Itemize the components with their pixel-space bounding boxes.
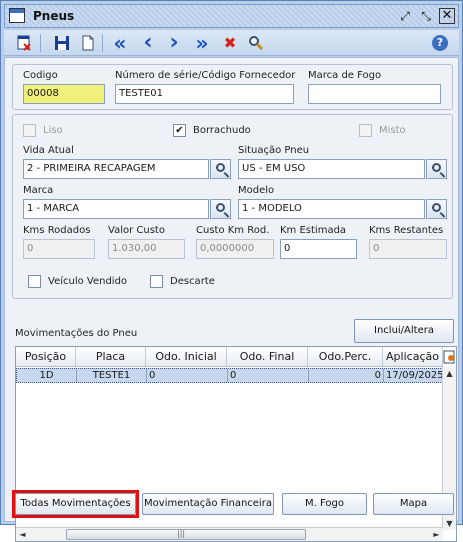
veiculo-vendido-checkbox[interactable] (28, 275, 41, 288)
column-header[interactable]: Odo. Inicial (146, 347, 227, 366)
cell-odo-final: 0 (228, 369, 309, 382)
column-header[interactable]: Aplicação (383, 347, 443, 366)
close-icon[interactable]: ✕ (439, 8, 455, 24)
movimentacoes-label: Movimentações do Pneu (15, 328, 138, 339)
search-icon[interactable] (246, 33, 266, 53)
cell-odo-inicial: 0 (147, 369, 228, 382)
header-group: Codigo 00008 Número de série/Código Forn… (12, 64, 453, 110)
custo-km-field[interactable]: 0,0000000 (196, 239, 274, 259)
custo-km-label: Custo Km Rod. (196, 225, 270, 236)
column-header[interactable]: Placa (76, 347, 146, 366)
previous-record-icon[interactable]: ‹ (138, 32, 158, 54)
valor-custo-label: Valor Custo (108, 225, 165, 236)
column-header[interactable]: Posição (16, 347, 76, 366)
table-settings-icon[interactable] (443, 350, 455, 364)
marca-lookup-button[interactable] (210, 199, 231, 219)
codigo-field[interactable]: 00008 (23, 84, 105, 104)
kms-rodados-label: Kms Rodados (23, 225, 91, 236)
modelo-field[interactable]: 1 - MODELO (238, 199, 425, 219)
kms-rodados-field[interactable]: 0 (23, 239, 95, 259)
borrachudo-label: Borrachudo (193, 125, 251, 136)
misto-label: Misto (379, 125, 406, 136)
magnifier-icon (216, 203, 225, 212)
horizontal-scrollbar[interactable]: ◄ ||| ► (16, 527, 443, 541)
descarte-checkbox[interactable] (150, 275, 163, 288)
liso-label: Liso (43, 125, 63, 136)
descarte-label: Descarte (170, 276, 215, 287)
cell-aplicacao: 17/09/2025 (386, 370, 442, 381)
toolbar: « ‹ › » ✖ ? (4, 30, 459, 56)
save-icon[interactable] (52, 33, 72, 53)
highlight-box (12, 490, 139, 518)
vida-atual-label: Vida Atual (23, 145, 74, 156)
title-bar[interactable]: Pneus ⤢ ⤡ ✕ (4, 4, 459, 28)
restore-icon[interactable]: ⤢ (397, 8, 413, 24)
vida-atual-field[interactable]: 2 - PRIMEIRA RECAPAGEM (23, 159, 209, 179)
m-fogo-button[interactable]: M. Fogo (282, 493, 367, 515)
valor-custo-field[interactable]: 1.030,00 (108, 239, 185, 259)
table-header: Posição Placa Odo. Inicial Odo. Final Od… (16, 347, 443, 367)
cell-placa: TESTE1 (77, 369, 147, 382)
thumb-grip-icon: ||| (177, 529, 186, 538)
magnifier-icon (432, 203, 441, 212)
codigo-label: Codigo (23, 70, 58, 81)
magnifier-icon (432, 163, 441, 172)
scroll-up-icon[interactable]: ▲ (443, 367, 456, 380)
veiculo-vendido-label: Veículo Vendido (48, 276, 128, 287)
column-header[interactable]: Odo.Perc. (308, 347, 383, 366)
km-estimada-label: Km Estimada (280, 225, 347, 236)
cell-posicao: 1D (17, 369, 77, 382)
marca-fogo-field[interactable] (308, 84, 441, 104)
modelo-label: Modelo (238, 185, 275, 196)
kms-restantes-label: Kms Restantes (369, 225, 444, 236)
main-panel: Codigo 00008 Número de série/Código Forn… (4, 57, 459, 542)
serie-field[interactable]: TESTE01 (115, 84, 294, 104)
borrachudo-checkbox[interactable]: ✔ (173, 124, 186, 137)
window-title: Pneus (33, 9, 75, 23)
km-estimada-field[interactable]: 0 (280, 239, 357, 259)
marca-fogo-label: Marca de Fogo (308, 70, 382, 81)
marca-field[interactable]: 1 - MARCA (23, 199, 209, 219)
scroll-right-icon[interactable]: ► (430, 528, 443, 541)
window-icon (9, 8, 25, 23)
misto-checkbox[interactable] (359, 124, 372, 137)
details-group: Liso ✔ Borrachudo Misto Vida Atual 2 - P… (12, 114, 453, 299)
scroll-thumb[interactable]: ||| (66, 529, 306, 540)
first-record-icon[interactable]: « (110, 33, 130, 53)
liso-checkbox[interactable] (23, 124, 36, 137)
pneus-window: Pneus ⤢ ⤡ ✕ « ‹ › » ✖ ? Codigo 00008 Núm… (0, 0, 463, 542)
scroll-down-icon[interactable]: ▼ (443, 517, 456, 530)
kms-restantes-field[interactable]: 0 (369, 239, 447, 259)
serie-label: Número de série/Código Fornecedor (115, 70, 296, 81)
situacao-field[interactable]: US - EM USO (238, 159, 425, 179)
scroll-left-icon[interactable]: ◄ (16, 528, 29, 541)
movimentacao-financeira-button[interactable]: Movimentação Financeira (142, 493, 274, 515)
exit-icon[interactable] (14, 33, 34, 53)
modelo-lookup-button[interactable] (426, 199, 447, 219)
help-icon[interactable]: ? (432, 35, 448, 51)
maximize-icon[interactable]: ⤡ (418, 8, 434, 24)
situacao-label: Situação Pneu (238, 145, 310, 156)
magnifier-icon (216, 163, 225, 172)
new-document-icon[interactable] (78, 33, 98, 53)
next-record-icon[interactable]: › (164, 32, 184, 54)
vida-atual-lookup-button[interactable] (210, 159, 231, 179)
mapa-button[interactable]: Mapa (373, 493, 454, 515)
situacao-lookup-button[interactable] (426, 159, 447, 179)
inclui-altera-button[interactable]: Inclui/Altera (354, 319, 454, 343)
column-header[interactable]: Odo. Final (227, 347, 308, 366)
cell-odo-perc: 0 (309, 369, 384, 382)
marca-label: Marca (23, 185, 54, 196)
table-row[interactable]: 1D TESTE1 0 0 0 17/09/2025 (16, 368, 443, 383)
delete-icon[interactable]: ✖ (220, 33, 240, 53)
last-record-icon[interactable]: » (192, 33, 212, 53)
